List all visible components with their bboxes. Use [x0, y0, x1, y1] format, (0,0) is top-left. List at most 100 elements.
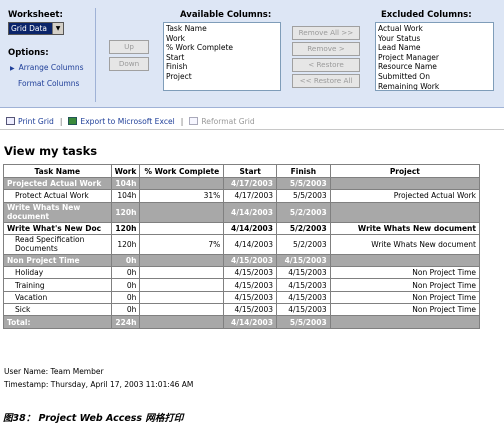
- reformat-icon: [189, 117, 199, 125]
- column-header: Project: [329, 164, 481, 178]
- table-cell: 120h: [110, 201, 141, 223]
- triangle-right-icon: ▶: [10, 65, 15, 72]
- table-cell: Write What's New Doc: [3, 221, 112, 235]
- table-cell: 104h: [110, 176, 141, 191]
- list-item[interactable]: Project Manager: [378, 53, 491, 63]
- table-cell: 0h: [110, 290, 141, 305]
- worksheet-select[interactable]: Grid Data ▼: [8, 22, 64, 35]
- table-cell: 4/14/2003: [223, 233, 277, 255]
- print-grid-link[interactable]: Print Grid: [18, 117, 54, 126]
- table-cell: Non Project Time: [329, 303, 481, 317]
- table-cell: [329, 176, 481, 191]
- table-cell: 120h: [110, 233, 141, 255]
- move-up-button[interactable]: Up: [109, 40, 149, 54]
- table-cell: 7%: [139, 233, 225, 255]
- format-columns-link[interactable]: Format Columns: [18, 79, 79, 88]
- arrange-columns-link[interactable]: ▶ Arrange Columns: [10, 63, 84, 72]
- worksheet-select-value: Grid Data: [9, 23, 52, 34]
- table-cell: Write Whats New document: [329, 221, 481, 235]
- table-cell: 5/5/2003: [276, 189, 331, 203]
- options-panel: Worksheet: Grid Data ▼ Options: ▶ Arrange…: [0, 0, 504, 108]
- table-cell: 104h: [110, 189, 141, 203]
- table-cell: 120h: [110, 221, 141, 235]
- remove-button[interactable]: Remove >: [292, 42, 360, 56]
- grid-toolbar: Print Grid | Export to Microsoft Excel |…: [0, 114, 504, 128]
- table-cell: 5/5/2003: [276, 315, 331, 329]
- table-cell: Vacation: [3, 290, 112, 305]
- list-item[interactable]: Resource Name: [378, 62, 491, 72]
- list-item[interactable]: Start: [166, 53, 278, 63]
- list-item[interactable]: Your Status: [378, 34, 491, 44]
- restore-all-button[interactable]: << Restore All: [292, 74, 360, 88]
- table-cell: Non Project Time: [329, 278, 481, 292]
- table-cell: [139, 201, 225, 223]
- table-cell: 4/15/2003: [223, 290, 277, 305]
- table-cell: [139, 278, 225, 292]
- column-header: Work: [110, 164, 141, 178]
- reformat-grid-link[interactable]: Reformat Grid: [201, 117, 254, 126]
- table-cell: 4/14/2003: [223, 315, 277, 329]
- table-cell: Write Whats New document: [329, 233, 481, 255]
- summary-row: Projected Actual Work 104h 4/17/2003 5/5/20…: [3, 176, 481, 191]
- remove-all-button[interactable]: Remove All >>: [292, 26, 360, 40]
- table-cell: 4/14/2003: [223, 221, 277, 235]
- table-row: Training 0h 4/15/2003 4/15/2003 Non Project …: [3, 278, 481, 292]
- excel-icon: [68, 117, 78, 125]
- table-cell: [139, 253, 225, 268]
- list-item[interactable]: Work: [166, 34, 278, 44]
- table-row: Write What's New Doc 120h 4/14/2003 5/2/200…: [3, 221, 481, 235]
- list-item[interactable]: Lead Name: [378, 43, 491, 53]
- table-cell: Non Project Time: [329, 290, 481, 305]
- timestamp-text: Timestamp: Thursday, April 17, 2003 11:0…: [4, 380, 194, 389]
- table-cell: 0h: [110, 303, 141, 317]
- excluded-columns-list[interactable]: Actual Work Your Status Lead Name Projec…: [375, 22, 494, 91]
- table-cell: 4/15/2003: [276, 278, 331, 292]
- table-cell: 4/15/2003: [276, 290, 331, 305]
- available-columns-label: Available Columns:: [180, 10, 272, 20]
- table-cell: 4/17/2003: [223, 189, 277, 203]
- column-header: Start: [223, 164, 277, 178]
- table-row: Protect Actual Work 104h 31% 4/17/2003 5/5/2…: [3, 189, 481, 203]
- table-cell: Sick: [3, 303, 112, 317]
- table-cell: Training: [3, 278, 112, 292]
- table-cell: 0h: [110, 278, 141, 292]
- table-cell: 4/17/2003: [223, 176, 277, 191]
- list-item[interactable]: Remaining Work: [378, 82, 491, 90]
- list-item[interactable]: Finish: [166, 62, 278, 72]
- list-item[interactable]: % Work Complete: [166, 43, 278, 53]
- table-cell: [139, 303, 225, 317]
- table-cell: 224h: [110, 315, 141, 329]
- chevron-down-icon[interactable]: ▼: [52, 23, 63, 34]
- list-item[interactable]: Actual Work: [378, 24, 491, 34]
- move-down-button[interactable]: Down: [109, 57, 149, 71]
- list-item[interactable]: Submitted On: [378, 72, 491, 82]
- options-label: Options:: [8, 48, 49, 58]
- table-cell: Read Specification Documents: [3, 233, 112, 255]
- table-cell: 4/15/2003: [276, 253, 331, 268]
- table-cell: 0h: [110, 253, 141, 268]
- export-excel-link[interactable]: Export to Microsoft Excel: [80, 117, 174, 126]
- column-header: Task Name: [3, 164, 112, 178]
- printer-icon: [6, 117, 15, 125]
- table-cell: Write Whats New document: [3, 201, 112, 223]
- page-title: View my tasks: [4, 144, 98, 158]
- table-cell: 5/2/2003: [276, 233, 331, 255]
- table-cell: [139, 221, 225, 235]
- toolbar-separator: |: [180, 116, 184, 126]
- table-cell: 5/2/2003: [276, 221, 331, 235]
- restore-button[interactable]: < Restore: [292, 58, 360, 72]
- table-header-row: Task Name Work % Work Complete Start Fin…: [3, 164, 481, 178]
- table-cell: 4/15/2003: [223, 266, 277, 280]
- list-item[interactable]: Project: [166, 72, 278, 82]
- table-cell: 4/14/2003: [223, 201, 277, 223]
- table-cell: Total:: [3, 315, 112, 329]
- table-cell: 4/15/2003: [223, 253, 277, 268]
- list-item[interactable]: Task Name: [166, 24, 278, 34]
- table-cell: [329, 201, 481, 223]
- available-columns-list[interactable]: Task Name Work % Work Complete Start Fin…: [163, 22, 281, 91]
- table-cell: [139, 176, 225, 191]
- user-name-text: User Name: Team Member: [4, 367, 104, 376]
- table-cell: 0h: [110, 266, 141, 280]
- excluded-columns-label: Excluded Columns:: [381, 10, 472, 20]
- table-cell: [329, 253, 481, 268]
